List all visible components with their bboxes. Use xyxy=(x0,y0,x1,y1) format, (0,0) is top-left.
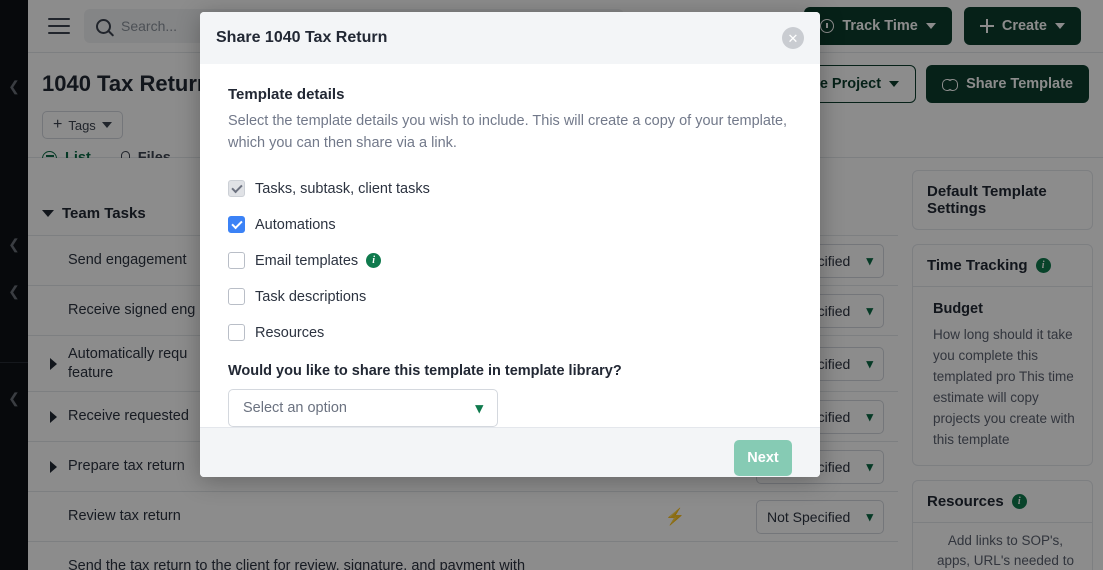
next-button[interactable]: Next xyxy=(734,440,792,477)
checkbox-icon[interactable] xyxy=(228,288,245,306)
share-library-question: Would you like to share this template in… xyxy=(228,362,622,379)
checkbox-label: Tasks, subtask, client tasks xyxy=(255,180,430,197)
modal-title: Share 1040 Tax Return xyxy=(216,29,388,46)
modal-footer: Next xyxy=(200,426,820,477)
checkbox-label: Automations xyxy=(255,216,336,233)
share-template-modal: Share 1040 Tax Return ✕ Template details… xyxy=(200,12,820,477)
section-description: Select the template details you wish to … xyxy=(228,113,788,152)
checkbox-label-wrap: Email templates i xyxy=(255,252,382,269)
modal-body: Template details Select the template det… xyxy=(200,64,820,427)
checkbox-label: Resources xyxy=(255,324,325,341)
template-details-checkbox-list: Tasks, subtask, client tasks Automations… xyxy=(228,171,792,351)
checkbox-label: Task descriptions xyxy=(255,288,367,305)
checkbox-row-resources[interactable]: Resources xyxy=(228,315,792,351)
checkbox-row-email-templates[interactable]: Email templates i xyxy=(228,243,792,279)
select-value: Select an option xyxy=(243,399,347,416)
chevron-down-icon: ▾ xyxy=(475,399,483,417)
checkbox-row-automations[interactable]: Automations xyxy=(228,207,792,243)
close-icon[interactable]: ✕ xyxy=(782,27,804,49)
info-icon[interactable]: i xyxy=(366,253,382,269)
checkbox-row-tasks[interactable]: Tasks, subtask, client tasks xyxy=(228,171,792,207)
checkbox-row-task-descriptions[interactable]: Task descriptions xyxy=(228,279,792,315)
checkbox-icon[interactable] xyxy=(228,324,245,342)
modal-header: Share 1040 Tax Return ✕ xyxy=(200,12,820,64)
checkbox-icon[interactable] xyxy=(228,252,245,270)
share-library-select[interactable]: Select an option ▾ xyxy=(228,388,498,427)
screen-root: ❮ ❮ ❮ ❮ Search... Track Time Create 1040… xyxy=(0,0,1103,570)
checkbox-icon[interactable] xyxy=(228,216,245,234)
checkbox-label: Email templates xyxy=(255,252,359,269)
checkbox-icon[interactable] xyxy=(228,180,245,198)
section-title: Template details xyxy=(228,86,345,103)
